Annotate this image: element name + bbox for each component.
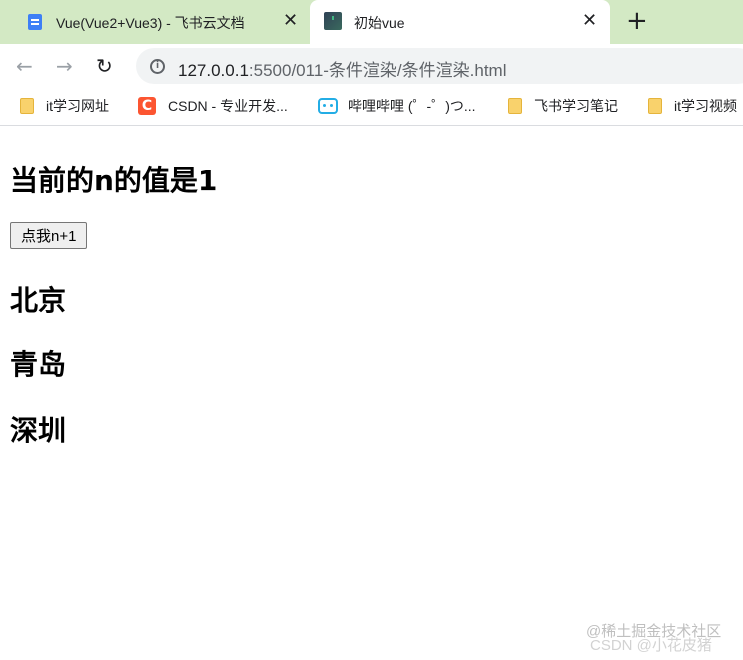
url-host: 127.0.0.1 [178,61,249,80]
tab-title: Vue(Vue2+Vue3) - 飞书云文档 [56,15,245,31]
watermark-csdn: CSDN @小花皮猪 [590,637,712,654]
tab-title: 初始vue [354,15,405,31]
bookmark-feishu-notes[interactable]: 飞书学习笔记 [508,96,618,116]
forward-arrow-icon[interactable]: → [56,54,73,78]
page-content: 当前的n的值是1 点我n+1 北京 青岛 深圳 [0,127,743,660]
tab-strip: Vue(Vue2+Vue3) - 飞书云文档 ✕ 初始vue ✕ + [0,0,743,44]
folder-icon [648,98,662,114]
city-heading: 深圳 [10,414,67,447]
bookmark-bilibili[interactable]: 哔哩哔哩 (゜-゜)つ... [318,96,476,116]
city-heading: 青岛 [10,348,67,381]
url-path: :5500/011-条件渲染/条件渲染.html [248,61,507,80]
info-icon[interactable]: i [150,59,165,74]
folder-icon [20,98,34,114]
close-icon[interactable]: ✕ [582,10,597,31]
bookmark-csdn[interactable]: C CSDN - 专业开发... [138,96,288,116]
doc-icon [28,14,42,30]
toolbar: ← → ↻ i 127.0.0.1:5500/011-条件渲染/条件渲染.htm… [0,44,743,88]
close-icon[interactable]: ✕ [283,10,298,31]
new-tab-icon[interactable]: + [626,6,648,36]
bookmark-label: 飞书学习笔记 [534,98,618,114]
csdn-icon: C [138,97,156,115]
bookmarks-bar: it学习网址 C CSDN - 专业开发... 哔哩哔哩 (゜-゜)つ... 飞… [0,88,743,126]
folder-icon [508,98,522,114]
bookmark-it-videos[interactable]: it学习视频 [648,96,737,116]
bookmark-label: it学习网址 [46,98,109,114]
tab-feishu-doc[interactable]: Vue(Vue2+Vue3) - 飞书云文档 ✕ [0,0,310,44]
increment-button[interactable]: 点我n+1 [10,222,88,249]
tab-init-vue[interactable]: 初始vue ✕ [310,0,610,44]
bookmark-label: CSDN - 专业开发... [168,98,288,114]
city-heading: 北京 [10,284,67,317]
back-arrow-icon[interactable]: ← [16,54,33,78]
vue-icon [324,12,342,30]
url-text[interactable]: 127.0.0.1:5500/011-条件渲染/条件渲染.html [178,56,507,81]
bookmark-label: 哔哩哔哩 (゜-゜)つ... [348,98,476,114]
reload-icon[interactable]: ↻ [96,54,113,78]
bookmark-label: it学习视频 [674,98,737,114]
address-bar[interactable]: i 127.0.0.1:5500/011-条件渲染/条件渲染.html [136,48,743,84]
bookmark-it-sites[interactable]: it学习网址 [20,96,109,116]
page-heading: 当前的n的值是1 [10,164,218,197]
bilibili-icon [318,98,338,114]
